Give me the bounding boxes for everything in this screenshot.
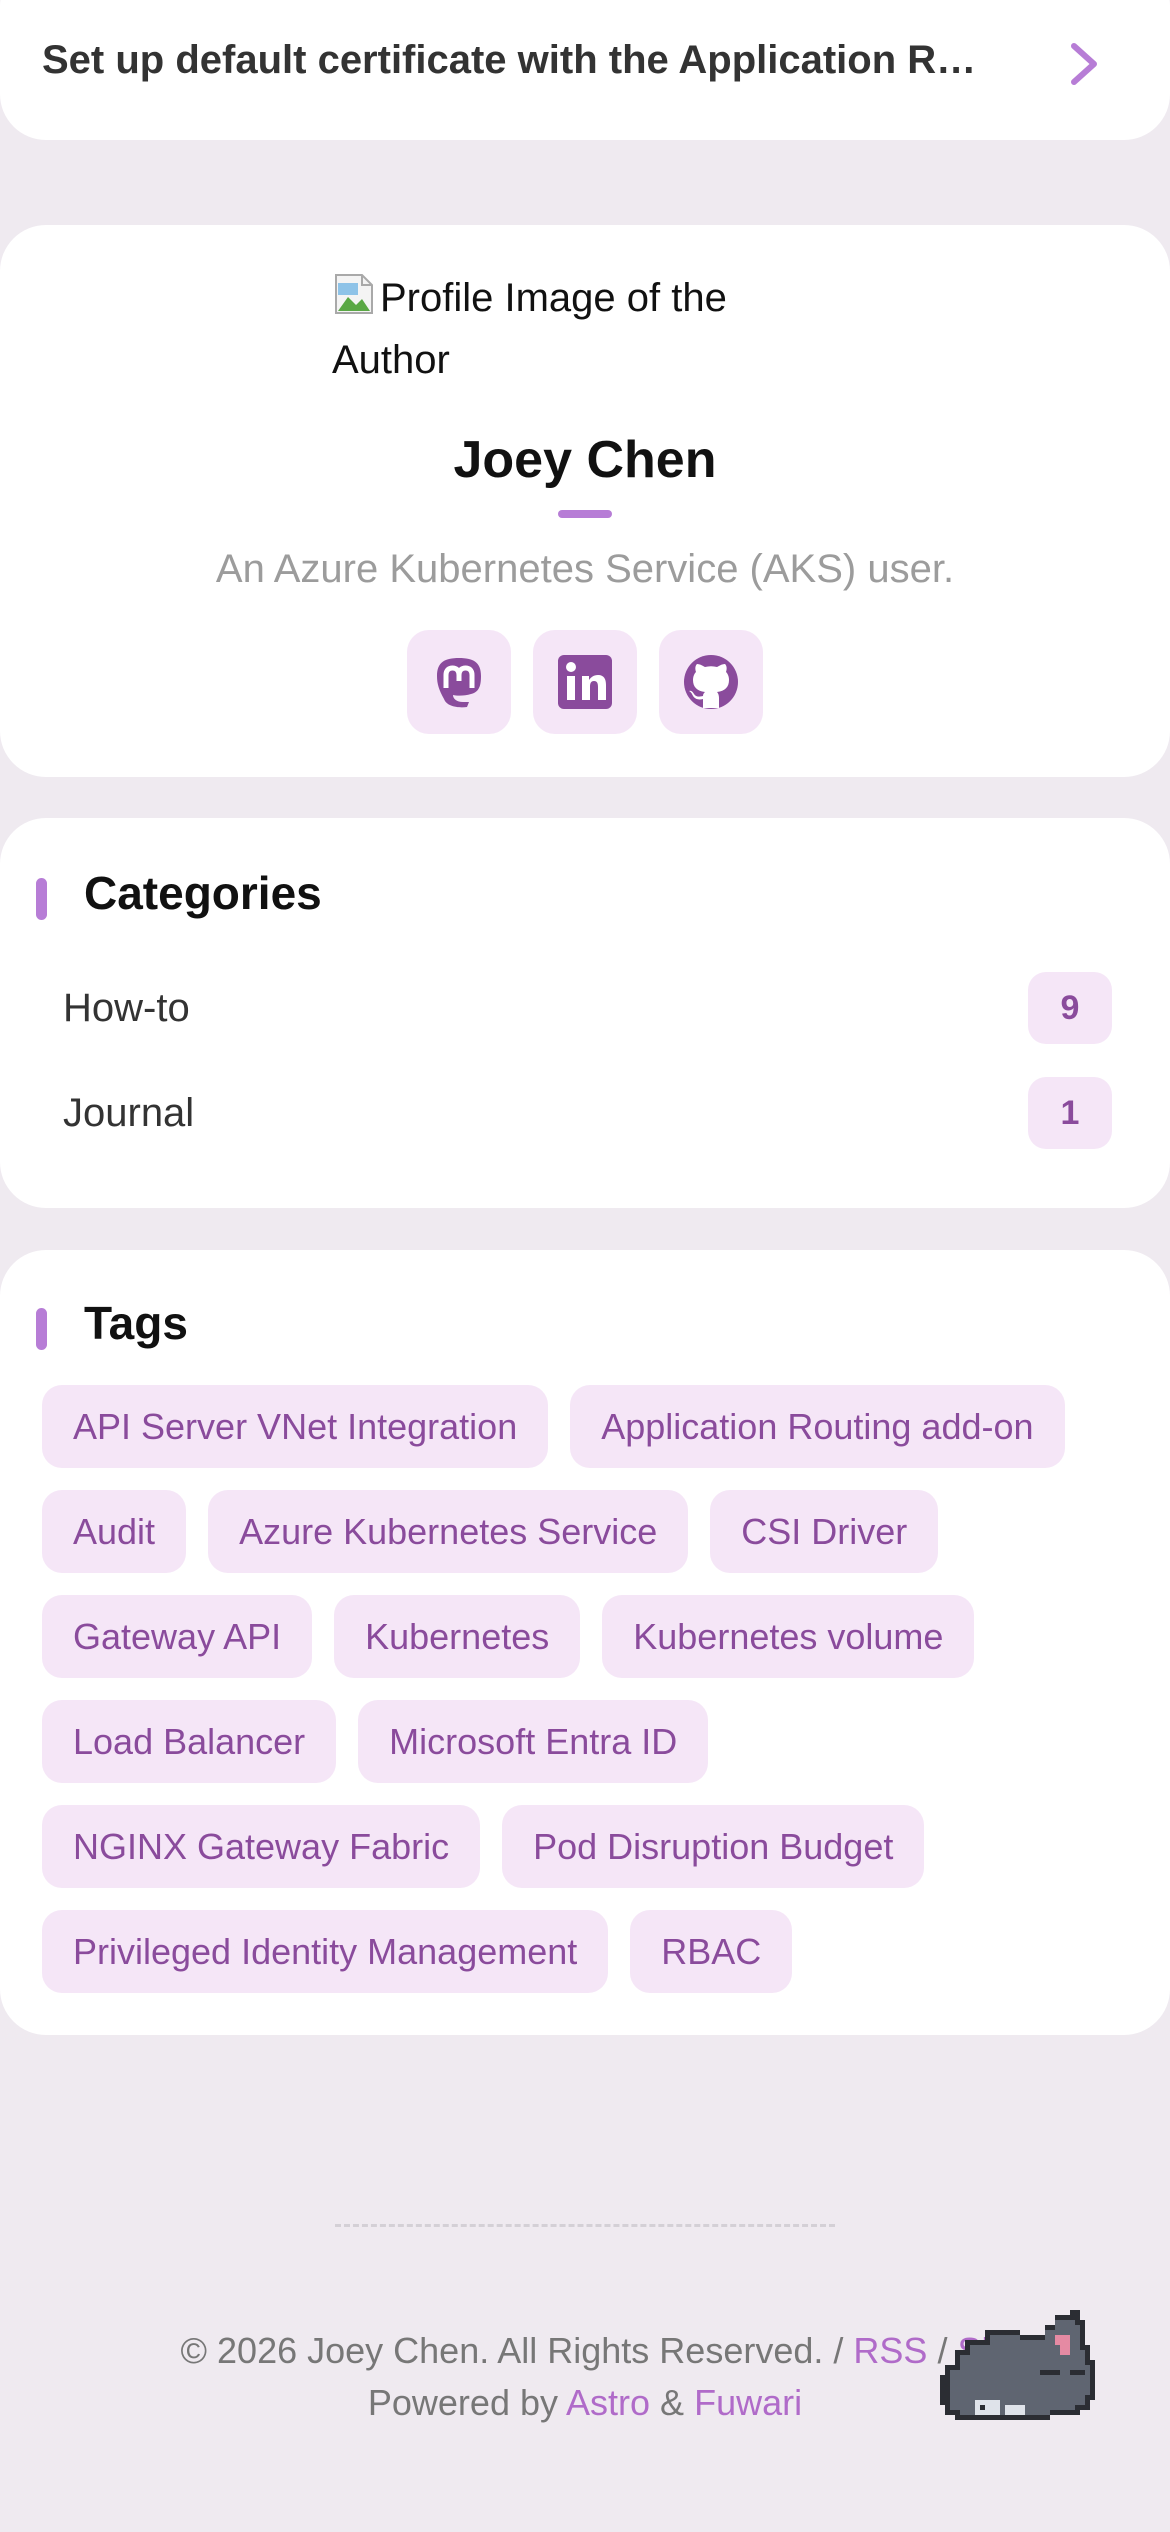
avatar-alt-text: Profile Image of the Author [332, 276, 727, 382]
tag-item[interactable]: Kubernetes [334, 1595, 581, 1678]
category-item-how-to[interactable]: How-to 9 [42, 968, 1112, 1048]
tag-item[interactable]: Kubernetes volume [602, 1595, 975, 1678]
tag-item[interactable]: Microsoft Entra ID [358, 1700, 709, 1783]
category-count-badge: 1 [1028, 1077, 1112, 1149]
ampersand-text: & [660, 2382, 685, 2423]
name-underline [558, 510, 612, 518]
category-count-badge: 9 [1028, 972, 1112, 1044]
chevron-right-icon[interactable] [1068, 42, 1100, 86]
next-post-card[interactable]: Set up default certificate with the Appl… [0, 0, 1170, 140]
section-accent-bar [36, 1308, 47, 1350]
tags-card: Tags API Server VNet Integration Applica… [0, 1250, 1170, 2035]
tag-item[interactable]: CSI Driver [710, 1490, 939, 1573]
github-icon [684, 655, 738, 709]
footer-divider [335, 2224, 835, 2227]
copyright-text: © 2026 Joey Chen. All Rights Reserved. / [180, 2330, 844, 2371]
broken-image-icon [335, 274, 373, 314]
category-label: Journal [63, 1091, 195, 1135]
tag-item[interactable]: Load Balancer [42, 1700, 337, 1783]
tag-item[interactable]: Application Routing add-on [570, 1385, 1065, 1468]
avatar[interactable]: Profile Image of the Author [332, 267, 772, 391]
profile-card: Profile Image of the Author Joey Chen An… [0, 225, 1170, 777]
sleeping-cat-sprite[interactable] [930, 2305, 1100, 2435]
section-accent-bar [36, 878, 47, 920]
category-label: How-to [63, 986, 190, 1030]
rss-link[interactable]: RSS [853, 2330, 927, 2371]
tag-item[interactable]: API Server VNet Integration [42, 1385, 549, 1468]
author-bio: An Azure Kubernetes Service (AKS) user. [215, 547, 955, 591]
next-post-title[interactable]: Set up default certificate with the Appl… [42, 38, 992, 83]
tag-item[interactable]: Audit [42, 1490, 187, 1573]
powered-by-text: Powered by [367, 2382, 558, 2423]
linkedin-icon [558, 655, 612, 709]
tag-list: API Server VNet Integration Application … [42, 1385, 1132, 1993]
tags-title: Tags [84, 1297, 188, 1349]
mastodon-icon [437, 658, 481, 708]
author-name: Joey Chen [453, 431, 717, 489]
astro-link[interactable]: Astro [566, 2382, 650, 2423]
tag-item[interactable]: Azure Kubernetes Service [208, 1490, 689, 1573]
category-item-journal[interactable]: Journal 1 [42, 1073, 1112, 1153]
tag-item[interactable]: NGINX Gateway Fabric [42, 1805, 481, 1888]
linkedin-link[interactable] [533, 630, 637, 734]
tag-item[interactable]: RBAC [630, 1910, 793, 1993]
fuwari-link[interactable]: Fuwari [694, 2382, 802, 2423]
tag-item[interactable]: Privileged Identity Management [42, 1910, 609, 1993]
mastodon-link[interactable] [407, 630, 511, 734]
github-link[interactable] [659, 630, 763, 734]
categories-card: Categories How-to 9 Journal 1 [0, 818, 1170, 1208]
categories-title: Categories [84, 867, 322, 919]
tag-item[interactable]: Gateway API [42, 1595, 313, 1678]
tag-item[interactable]: Pod Disruption Budget [502, 1805, 925, 1888]
